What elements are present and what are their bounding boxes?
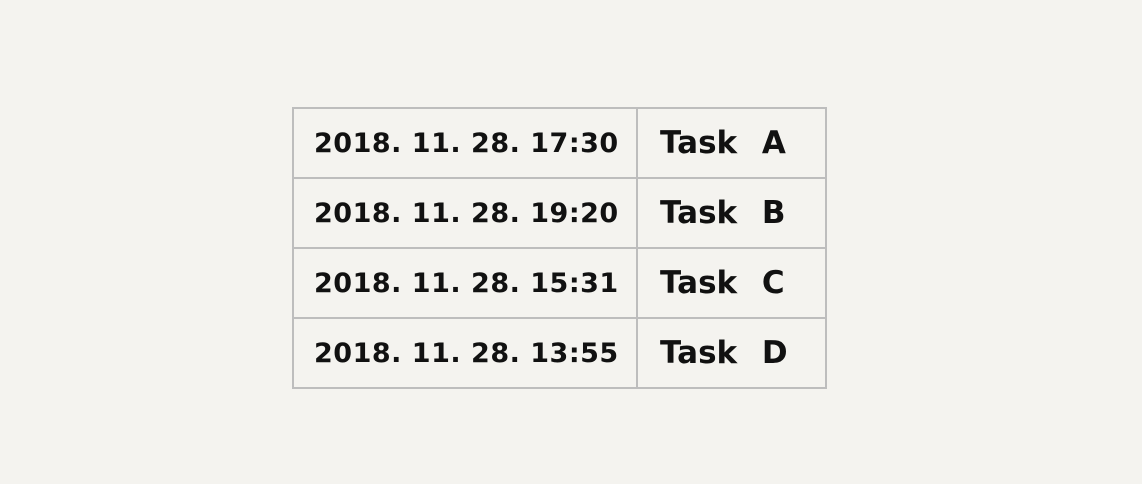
timestamp-cell: 2018. 11. 28. 17:30 [292,107,638,179]
table-row: 2018. 11. 28. 19:20 Task B [292,177,827,249]
task-name-cell: Task D [636,317,827,389]
table-row: 2018. 11. 28. 17:30 Task A [292,107,827,179]
table-row: 2018. 11. 28. 13:55 Task D [292,317,827,389]
timestamp-cell: 2018. 11. 28. 19:20 [292,177,638,249]
timestamp-cell: 2018. 11. 28. 15:31 [292,247,638,319]
task-table: 2018. 11. 28. 17:30 Task A 2018. 11. 28.… [292,107,827,389]
task-name-cell: Task C [636,247,827,319]
table-row: 2018. 11. 28. 15:31 Task C [292,247,827,319]
timestamp-cell: 2018. 11. 28. 13:55 [292,317,638,389]
task-name-cell: Task B [636,177,827,249]
task-name-cell: Task A [636,107,827,179]
